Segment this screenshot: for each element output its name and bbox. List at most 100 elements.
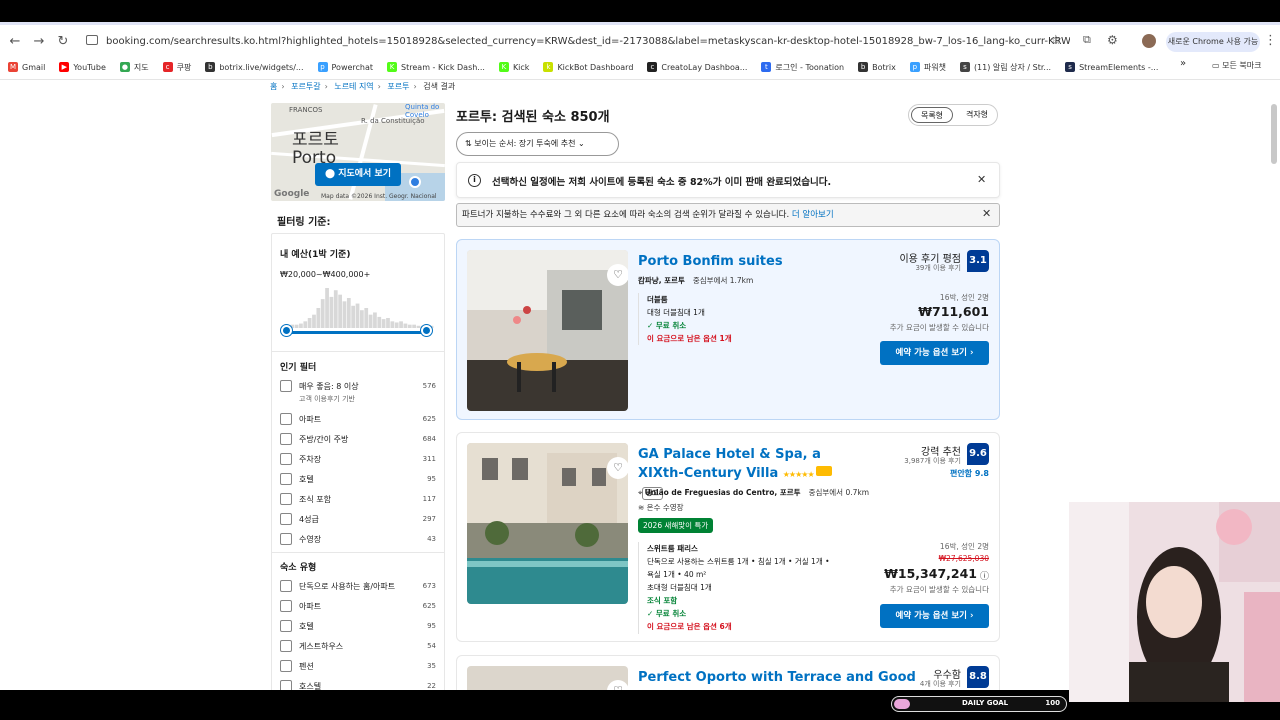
filter-option[interactable]: 아파트 625: [280, 413, 436, 427]
hotel-name-link[interactable]: Porto Bonfim suites: [638, 252, 783, 271]
hotel-card[interactable]: ♡ GA Palace Hotel & Spa, a XIXth-Century…: [456, 432, 1000, 642]
list-view-button[interactable]: 목록형: [911, 107, 953, 123]
review-score-badge[interactable]: 9.6: [967, 443, 989, 465]
filter-checkbox[interactable]: [280, 660, 292, 672]
page-scrollbar[interactable]: [1271, 104, 1277, 164]
filter-option[interactable]: 조식 포함 117: [280, 493, 436, 507]
bookmark-item[interactable]: ▶ YouTube: [59, 62, 106, 72]
show-on-map-button[interactable]: ⬤ 지도에서 보기: [315, 163, 401, 186]
hotel-card[interactable]: ♡ Perfect Oporto with Terrace and Good 우…: [456, 655, 1000, 690]
filter-checkbox[interactable]: [280, 380, 292, 392]
menu-icon[interactable]: ⋮: [1264, 33, 1277, 48]
histogram-bar: [294, 324, 299, 328]
see-availability-button[interactable]: 예약 가능 옵션 보기 ›: [880, 341, 989, 365]
filter-checkbox[interactable]: [280, 640, 292, 652]
filter-checkbox[interactable]: [280, 680, 292, 690]
hotel-card[interactable]: ♡ Porto Bonfim suites 캄파냥, 포르투 중심부에서 1.7k…: [456, 239, 1000, 420]
breadcrumb-region[interactable]: 노르테 지역: [334, 82, 373, 91]
hotel-area-link[interactable]: União de Freguesias do Centro, 포르투: [645, 488, 801, 497]
filter-checkbox[interactable]: [280, 453, 292, 465]
bookmark-item[interactable]: M Gmail: [8, 62, 45, 72]
filter-option[interactable]: 매우 좋음: 8 이상 576 고객 이용후기 기반: [280, 380, 436, 403]
close-icon[interactable]: ✕: [977, 173, 986, 186]
close-icon[interactable]: ✕: [982, 203, 991, 225]
back-icon[interactable]: ←: [7, 34, 23, 50]
bookmark-item[interactable]: b Botrix: [858, 62, 896, 72]
bookmark-star-icon[interactable]: ☆: [1050, 33, 1062, 48]
filter-option[interactable]: 게스트하우스 54: [280, 640, 436, 654]
hotel-photo[interactable]: ♡: [467, 443, 628, 604]
price-info-icon[interactable]: ⓘ: [980, 569, 989, 582]
room-name: 스위트룸 패리스: [647, 544, 698, 553]
histogram-bar: [390, 321, 395, 328]
bookmark-item[interactable]: k KickBot Dashboard: [543, 62, 633, 72]
grid-view-button[interactable]: 격자형: [957, 107, 997, 123]
filter-option[interactable]: 호스텔 22: [280, 680, 436, 690]
hotel-photo[interactable]: ♡: [467, 250, 628, 411]
save-heart-icon[interactable]: ♡: [607, 264, 628, 286]
bookmark-item[interactable]: K Kick: [498, 62, 529, 72]
filter-checkbox[interactable]: [280, 513, 292, 525]
bookmark-item[interactable]: c CreatoLay Dashboa...: [647, 62, 747, 72]
filter-checkbox[interactable]: [280, 413, 292, 425]
budget-slider-track[interactable]: [287, 331, 427, 334]
budget-slider-min-handle[interactable]: [281, 325, 292, 336]
filter-checkbox[interactable]: [280, 580, 292, 592]
filter-checkbox[interactable]: [280, 473, 292, 485]
map-preview[interactable]: FRANCOS R. da Constituição Quinta do Cov…: [271, 103, 445, 201]
all-bookmarks-folder[interactable]: ▭ 모든 북마크: [1212, 60, 1261, 71]
filter-option[interactable]: 호텔 95: [280, 473, 436, 487]
save-heart-icon[interactable]: ♡: [607, 680, 628, 690]
bookmark-item[interactable]: s StreamElements -...: [1065, 62, 1158, 72]
review-score-badge[interactable]: 3.1: [967, 250, 989, 272]
filter-count: 95: [427, 622, 436, 630]
filter-count: 22: [427, 682, 436, 690]
filter-option[interactable]: 주차장 311: [280, 453, 436, 467]
hotel-name-link[interactable]: Perfect Oporto with Terrace and Good: [638, 668, 916, 687]
new-chrome-button[interactable]: 새로운 Chrome 사용 가능: [1166, 32, 1260, 52]
bookmarks-more-icon[interactable]: »: [1180, 58, 1186, 69]
filter-option[interactable]: 4성급 297: [280, 513, 436, 527]
address-bar[interactable]: booking.com/searchresults.ko.html?highli…: [80, 31, 1070, 53]
save-heart-icon[interactable]: ♡: [607, 457, 628, 479]
filter-option[interactable]: 수영장 43: [280, 533, 436, 547]
site-info-icon[interactable]: [86, 35, 98, 45]
budget-slider-max-handle[interactable]: [421, 325, 432, 336]
forward-icon[interactable]: →: [31, 34, 47, 50]
translate-icon[interactable]: ⧉: [1083, 33, 1091, 47]
filter-checkbox[interactable]: [280, 600, 292, 612]
profile-avatar[interactable]: [1142, 34, 1156, 48]
bookmark-item[interactable]: p 파워챗: [909, 62, 946, 73]
learn-more-link[interactable]: 더 알아보기: [792, 210, 834, 220]
map-marker-icon: [409, 176, 421, 188]
bookmark-item[interactable]: s (11) 알림 상자 / Str...: [959, 62, 1051, 73]
see-availability-button[interactable]: 예약 가능 옵션 보기 ›: [880, 604, 989, 628]
map-credit: Map data ©2026 Inst. Geogr. Nacional: [321, 193, 437, 200]
review-score-badge[interactable]: 8.8: [967, 666, 989, 688]
extensions-icon[interactable]: ⚙: [1107, 33, 1118, 47]
bookmark-item[interactable]: c 쿠팡: [162, 62, 191, 73]
bookmark-item[interactable]: K Stream - Kick Dash...: [387, 62, 485, 72]
bookmark-item[interactable]: b botrix.live/widgets/...: [205, 62, 304, 72]
hotel-photo[interactable]: ♡: [467, 666, 628, 690]
filter-option[interactable]: 주방/간이 주방 684: [280, 433, 436, 447]
filter-option[interactable]: 아파트 625: [280, 600, 436, 614]
breadcrumb-home[interactable]: 홈: [270, 82, 277, 91]
histogram-bar: [403, 323, 408, 328]
room-info: 더블룸 대형 더블침대 1개 ✓ 무료 취소 이 요금으로 남은 옵션 1개: [638, 293, 732, 345]
bookmark-item[interactable]: t 로그인 - Toonation: [761, 62, 844, 73]
filter-checkbox[interactable]: [280, 620, 292, 632]
filter-option[interactable]: 호텔 95: [280, 620, 436, 634]
sort-dropdown[interactable]: ⇅ 보이는 순서: 장기 투숙에 추천 ⌄: [456, 132, 619, 156]
breadcrumb-country[interactable]: 포르투갈: [291, 82, 320, 91]
bookmark-item[interactable]: ● 지도: [119, 62, 149, 73]
breadcrumb-city[interactable]: 포르투: [387, 82, 409, 91]
filter-checkbox[interactable]: [280, 533, 292, 545]
bookmark-item[interactable]: p Powerchat: [317, 62, 373, 72]
reload-icon[interactable]: ↻: [55, 34, 71, 50]
filter-checkbox[interactable]: [280, 493, 292, 505]
filter-checkbox[interactable]: [280, 433, 292, 445]
filter-option[interactable]: 펜션 35: [280, 660, 436, 674]
filter-option[interactable]: 단독으로 사용하는 홈/아파트 673: [280, 580, 436, 594]
hotel-area-link[interactable]: 캄파냥, 포르투: [638, 276, 685, 285]
